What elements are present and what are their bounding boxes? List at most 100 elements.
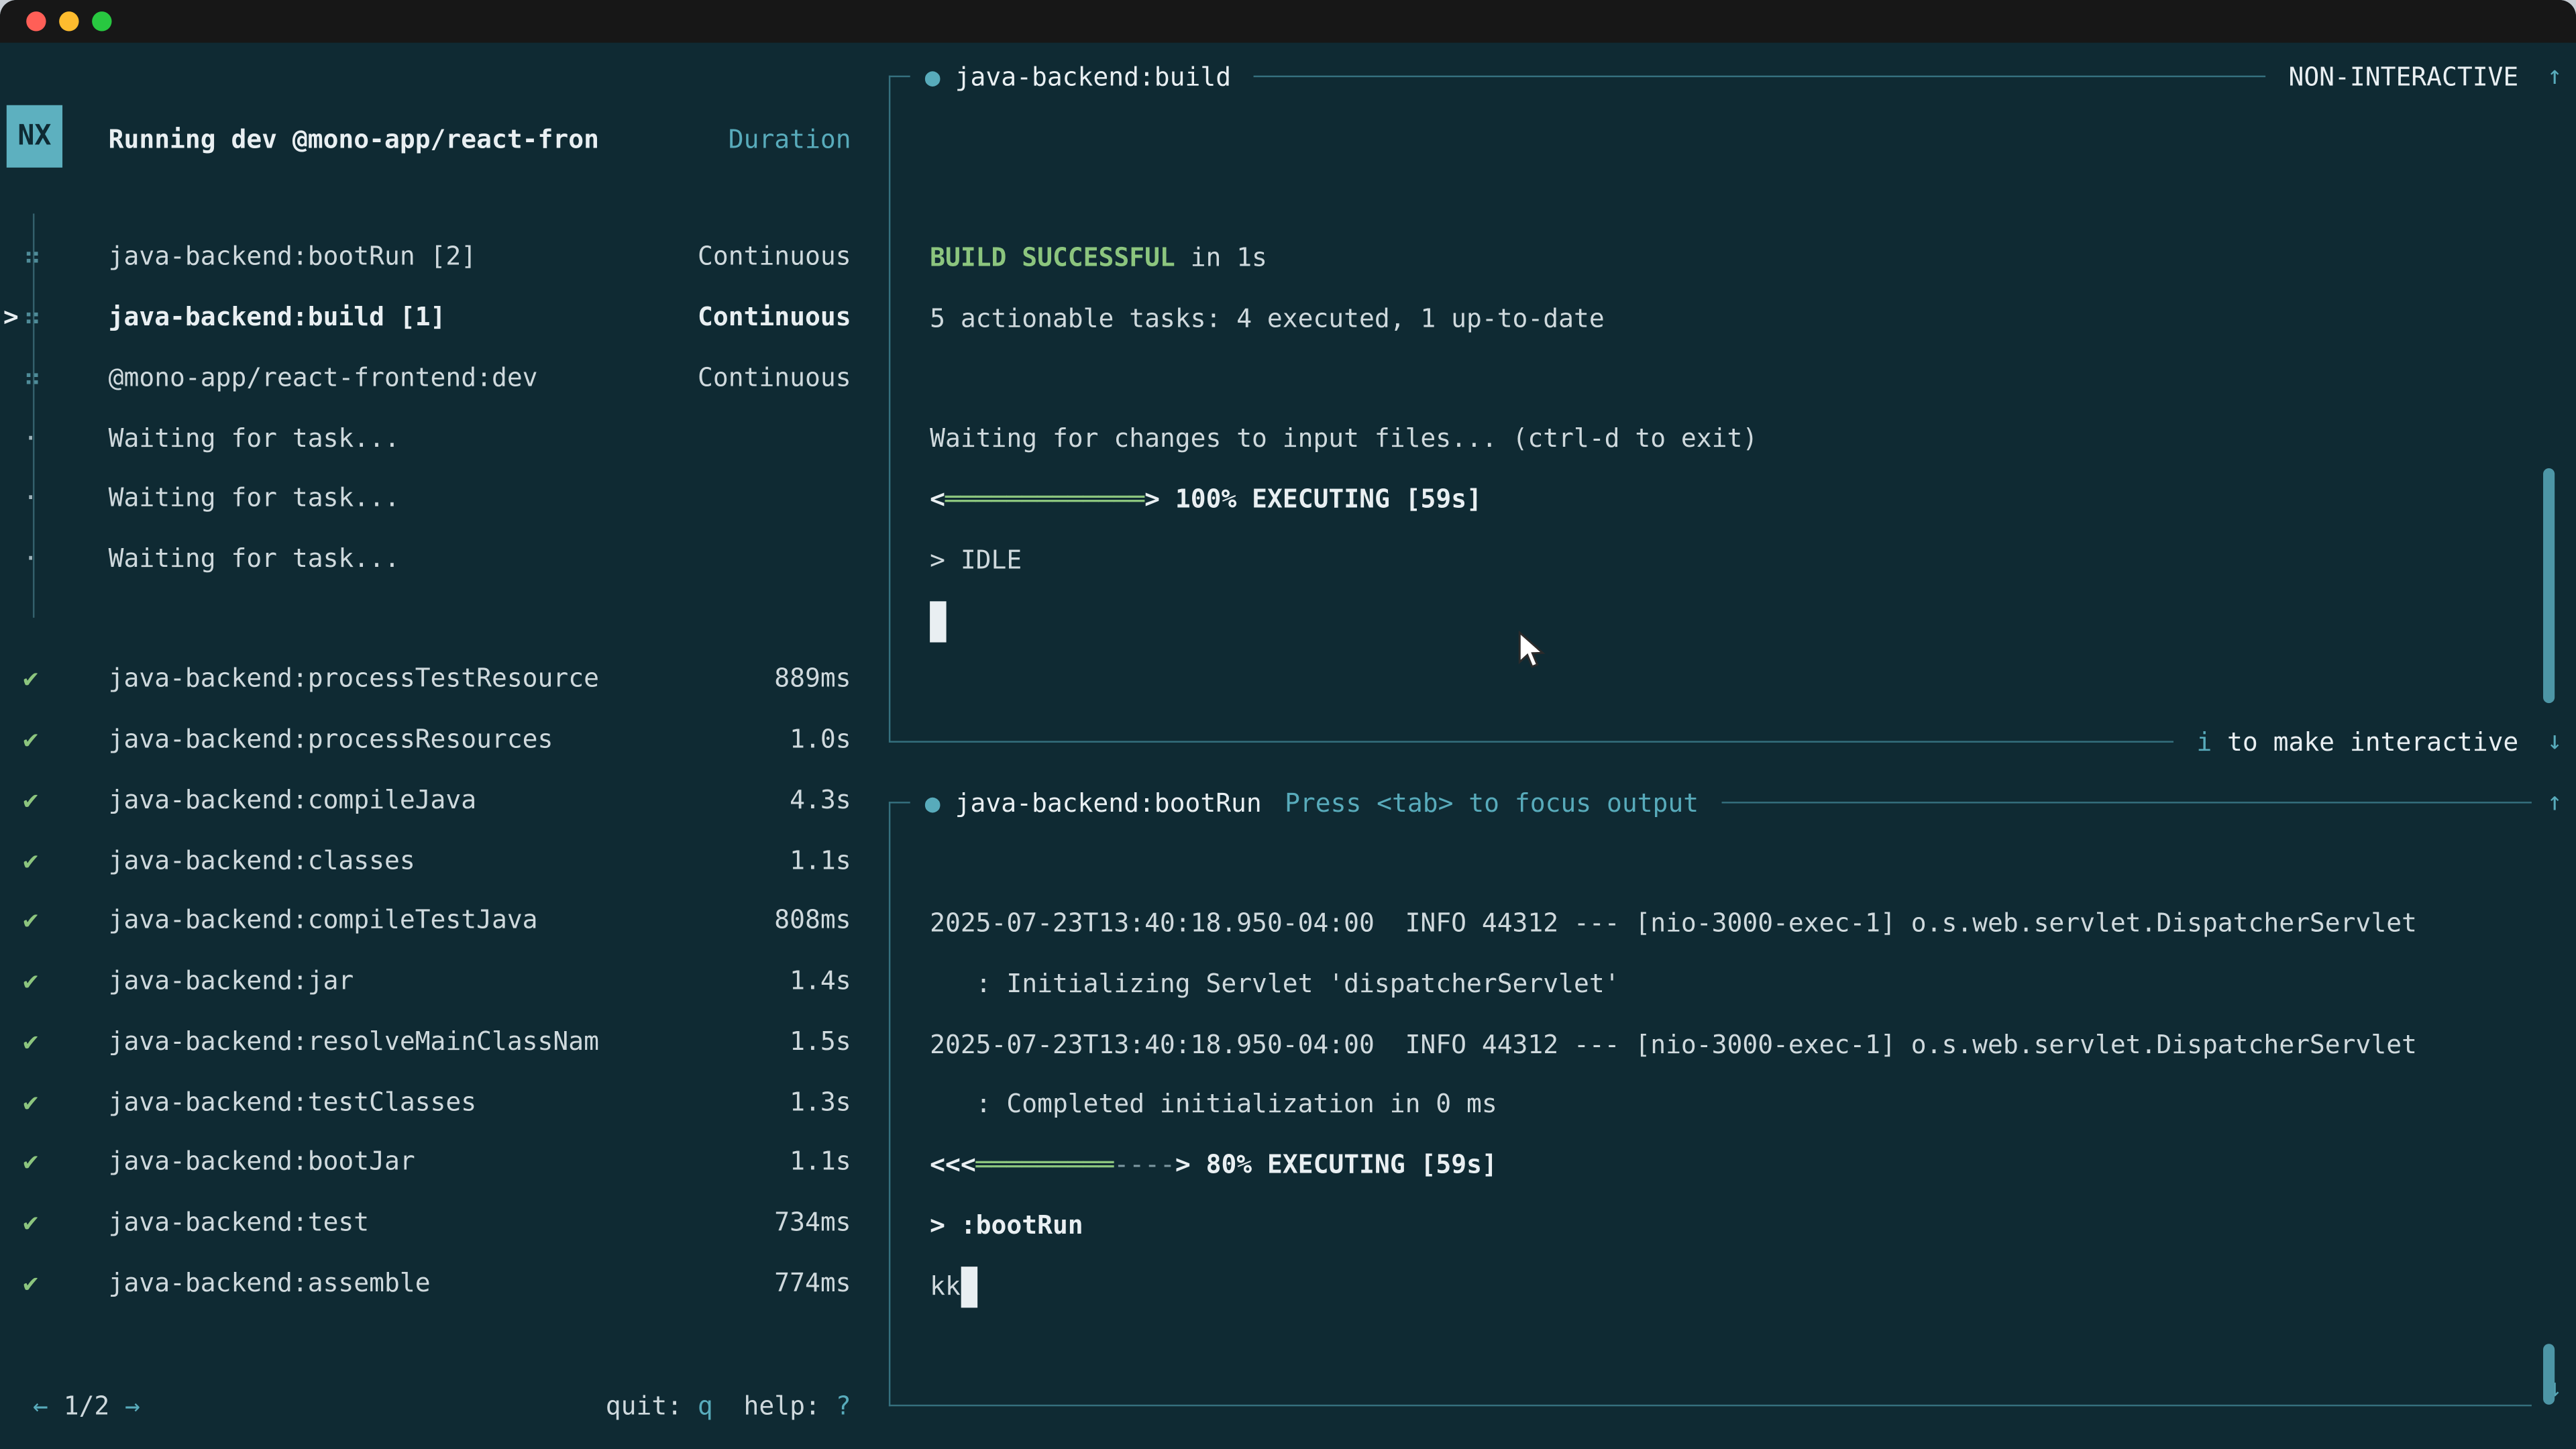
- task-label: @mono-app/react-frontend:dev: [109, 363, 698, 392]
- build-output-panel[interactable]: ● java-backend:build NON-INTERACTIVE BUI…: [889, 76, 2532, 741]
- task-row[interactable]: ⠶java-backend:bootRun [2]Continuous: [0, 227, 871, 287]
- text-segment: 2025-07-23T13:40:18.950-04:00 INFO 44312…: [930, 908, 2417, 938]
- build-panel-header: ● java-backend:build NON-INTERACTIVE: [889, 46, 2532, 107]
- checkmark-icon: ✔: [23, 1026, 108, 1056]
- text-segment: 2025-07-23T13:40:18.950-04:00 INFO 44312…: [930, 1029, 2417, 1059]
- text-segment: kk: [930, 1271, 961, 1300]
- text-segment: 80% EXECUTING [59s]: [1206, 1150, 1497, 1179]
- text-segment: : Initializing Servlet 'dispatcherServle…: [930, 969, 1619, 998]
- close-button[interactable]: [26, 11, 46, 31]
- text-segment: ═════════════: [945, 484, 1144, 514]
- task-sidebar: NX Running dev @mono-app/react-fron Dura…: [0, 43, 871, 1449]
- checkmark-icon: ✔: [23, 664, 108, 694]
- completed-task-row[interactable]: ✔java-backend:processResources1.0s: [0, 709, 871, 769]
- task-row[interactable]: >⠶java-backend:build [1]Continuous: [0, 287, 871, 347]
- next-page-arrow-icon: →: [125, 1391, 140, 1420]
- selected-caret-icon: >: [3, 303, 19, 332]
- task-label: java-backend:processTestResource: [109, 664, 775, 694]
- completed-task-row[interactable]: ✔java-backend:assemble774ms: [0, 1252, 871, 1313]
- text-segment: [1160, 484, 1175, 514]
- checkmark-icon: ✔: [23, 845, 108, 875]
- task-row[interactable]: ⠶@mono-app/react-frontend:devContinuous: [0, 347, 871, 408]
- nx-terminal-ui: NX Running dev @mono-app/react-fron Dura…: [0, 43, 2576, 1449]
- completed-task-row[interactable]: ✔java-backend:classes1.1s: [0, 830, 871, 890]
- page-indicator: 1/2: [48, 1391, 125, 1420]
- task-label: Waiting for task...: [109, 544, 851, 574]
- spinner-icon: ⠶: [23, 303, 108, 332]
- completed-task-row[interactable]: ✔java-backend:compileTestJava808ms: [0, 890, 871, 951]
- screen: NX Running dev @mono-app/react-fron Dura…: [0, 0, 2576, 1449]
- completed-task-row[interactable]: ✔java-backend:test734ms: [0, 1192, 871, 1252]
- task-label: java-backend:bootRun [2]: [109, 242, 698, 272]
- completed-task-row[interactable]: ✔java-backend:bootJar1.1s: [0, 1132, 871, 1192]
- text-segment: > IDLE: [930, 545, 1022, 574]
- task-duration: 774ms: [774, 1268, 851, 1297]
- build-terminal-output: BUILD SUCCESSFUL in 1s5 actionable tasks…: [930, 228, 1758, 651]
- help-label: help:: [744, 1391, 836, 1420]
- completed-task-row[interactable]: ✔java-backend:resolveMainClassNam1.5s: [0, 1011, 871, 1071]
- task-label: java-backend:compileJava: [109, 785, 790, 814]
- window-titlebar: [0, 0, 2576, 43]
- task-row[interactable]: ·Waiting for task...: [0, 408, 871, 468]
- text-segment: Waiting for changes to input files... (c…: [930, 424, 1758, 453]
- interactive-key: i: [2196, 727, 2212, 757]
- task-label: Waiting for task...: [109, 423, 851, 453]
- quit-label: quit:: [606, 1391, 698, 1420]
- task-duration: 734ms: [774, 1208, 851, 1237]
- scroll-up-icon: ↑: [2538, 772, 2571, 833]
- terminal-line: [930, 349, 1758, 409]
- completed-task-list: ✔java-backend:processTestResource889ms✔j…: [0, 649, 871, 1313]
- text-segment: [1191, 1150, 1206, 1179]
- task-label: Waiting for task...: [109, 484, 851, 513]
- interactive-hint-text: to make interactive: [2212, 727, 2518, 757]
- bootrun-terminal-output: 2025-07-23T13:40:18.950-04:00 INFO 44312…: [930, 894, 2417, 1316]
- border-segment: [889, 802, 910, 803]
- terminal-line: <═════════════> 100% EXECUTING [59s]: [930, 470, 1758, 530]
- text-segment: <: [930, 484, 945, 514]
- terminal-line: Waiting for changes to input files... (c…: [930, 409, 1758, 470]
- border-segment: [1254, 76, 2265, 77]
- zoom-button[interactable]: [92, 11, 111, 31]
- scroll-up-icon: ↑: [2538, 46, 2571, 107]
- task-row[interactable]: ·Waiting for task...: [0, 529, 871, 589]
- task-label: java-backend:compileTestJava: [109, 906, 775, 935]
- task-duration: 1.0s: [790, 724, 851, 754]
- checkmark-icon: ✔: [23, 1268, 108, 1297]
- task-bullet-icon: ●: [925, 62, 941, 91]
- bullet-icon: ·: [23, 544, 108, 574]
- duration-column-header: Duration: [729, 124, 851, 154]
- task-label: java-backend:bootJar: [109, 1147, 790, 1177]
- bootrun-panel-scrollbar-thumb[interactable]: [2543, 1344, 2555, 1405]
- text-segment: ═════════: [976, 1150, 1114, 1179]
- bootrun-output-panel[interactable]: ● java-backend:bootRun Press <tab> to fo…: [889, 802, 2532, 1406]
- text-segment: ----: [1114, 1150, 1175, 1179]
- spacer: [713, 1391, 744, 1420]
- terminal-line: 5 actionable tasks: 4 executed, 1 up-to-…: [930, 288, 1758, 349]
- completed-task-row[interactable]: ✔java-backend:jar1.4s: [0, 951, 871, 1011]
- bootrun-panel-title: java-backend:bootRun: [955, 788, 1262, 817]
- text-segment: >: [1175, 1150, 1191, 1179]
- terminal-line: <<<═════════----> 80% EXECUTING [59s]: [930, 1135, 2417, 1195]
- text-cursor: [961, 1266, 977, 1307]
- minimize-button[interactable]: [59, 11, 78, 31]
- completed-task-row[interactable]: ✔java-backend:compileJava4.3s: [0, 769, 871, 830]
- build-panel-scrollbar-thumb[interactable]: [2543, 468, 2555, 703]
- terminal-line: : Initializing Servlet 'dispatcherServle…: [930, 954, 2417, 1014]
- completed-task-row[interactable]: ✔java-backend:testClasses1.3s: [0, 1071, 871, 1132]
- task-label: java-backend:assemble: [109, 1268, 775, 1297]
- build-panel-title: java-backend:build: [955, 62, 1231, 91]
- task-row[interactable]: ·Waiting for task...: [0, 468, 871, 529]
- terminal-line: 2025-07-23T13:40:18.950-04:00 INFO 44312…: [930, 894, 2417, 954]
- checkmark-icon: ✔: [23, 785, 108, 814]
- task-duration: 1.3s: [790, 1087, 851, 1116]
- task-label: java-backend:test: [109, 1208, 775, 1237]
- checkmark-icon: ✔: [23, 1087, 108, 1116]
- spinner-icon: ⠶: [23, 363, 108, 392]
- running-task-list: ⠶java-backend:bootRun [2]Continuous>⠶jav…: [0, 227, 871, 589]
- task-duration: 1.1s: [790, 1147, 851, 1177]
- help-key: ?: [836, 1391, 851, 1420]
- completed-task-row[interactable]: ✔java-backend:processTestResource889ms: [0, 649, 871, 709]
- task-label: java-backend:processResources: [109, 724, 790, 754]
- border-segment: [1721, 802, 2531, 803]
- text-segment: BUILD SUCCESSFUL: [930, 243, 1175, 272]
